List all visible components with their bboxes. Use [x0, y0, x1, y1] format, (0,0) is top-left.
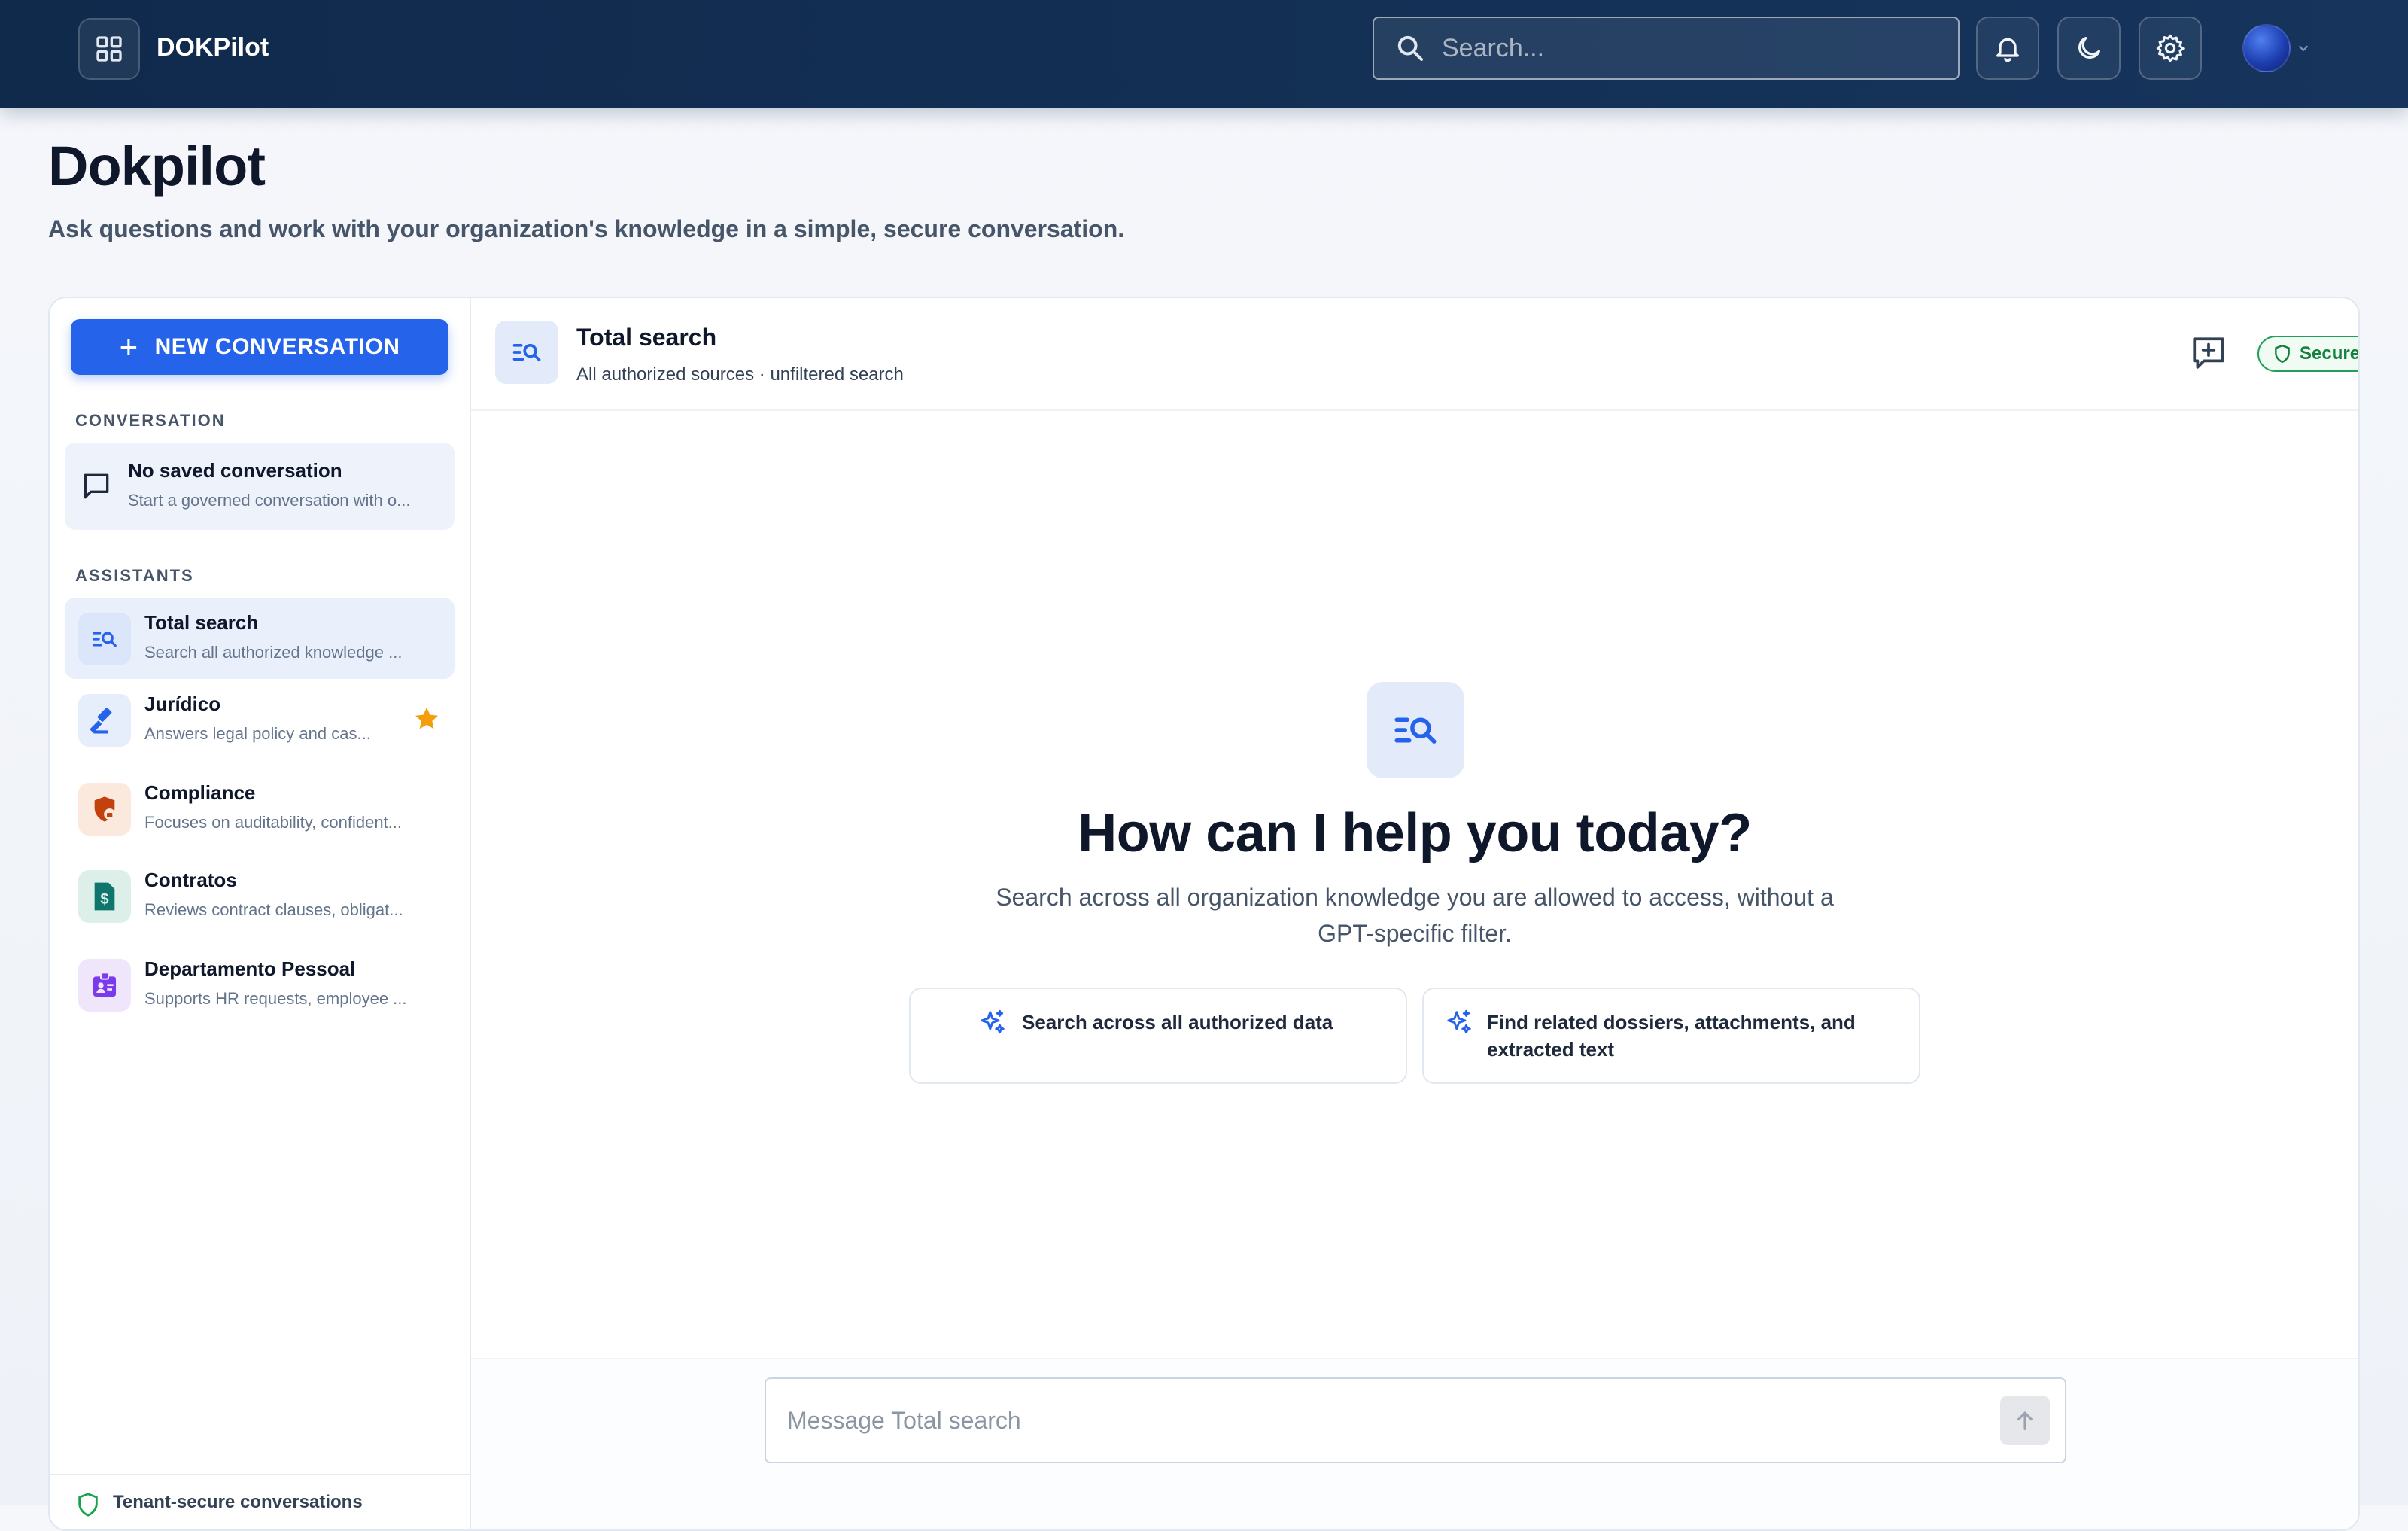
bell-icon: [1996, 38, 2019, 62]
message-composer[interactable]: [765, 1377, 2066, 1463]
suggestion-card[interactable]: Find related dossiers, attachments, and …: [1422, 988, 1920, 1084]
assistant-desc: Search all authorized knowledge ...: [144, 643, 403, 662]
assistant-total-search[interactable]: Total search Search all authorized knowl…: [65, 598, 455, 679]
message-input[interactable]: [786, 1402, 1944, 1439]
plus-icon: +: [119, 329, 138, 364]
suggestion-card[interactable]: Search across all authorized data: [909, 988, 1407, 1084]
conversation-section-label: CONVERSATION: [75, 411, 226, 430]
shield-lock-icon: [78, 783, 131, 836]
page-subtitle: Ask questions and work with your organiz…: [48, 215, 1125, 242]
assistant-departamento-pessoal[interactable]: Departamento Pessoal Supports HR request…: [65, 944, 455, 1025]
page-title: Dokpilot: [48, 135, 266, 197]
app-launcher-button[interactable]: [78, 18, 140, 80]
suggestion-text: Find related dossiers, attachments, and …: [1487, 1011, 1856, 1061]
assistant-compliance[interactable]: Compliance Focuses on auditability, conf…: [65, 768, 455, 849]
brand-name: DOKPilot: [157, 33, 269, 62]
chat-title: Total search: [576, 324, 717, 351]
search-input[interactable]: [1440, 32, 1937, 64]
assistants-section-label: ASSISTANTS: [75, 566, 194, 585]
sparkles-icon: [1447, 1009, 1471, 1034]
secure-badge: Secure: [2258, 336, 2360, 372]
chat-header: Total search All authorized sources · un…: [471, 298, 2360, 411]
send-button[interactable]: [2000, 1396, 2050, 1445]
user-menu[interactable]: [2242, 23, 2315, 74]
welcome-subtitle: Search across all organization knowledge…: [996, 884, 1834, 947]
suggestion-text: Search across all authorized data: [1022, 1011, 1333, 1033]
gear-icon: [2156, 34, 2185, 62]
new-chat-icon[interactable]: [2190, 334, 2227, 372]
top-navigation-bar: DOKPilot: [0, 0, 2408, 108]
assistant-title: Contratos: [144, 869, 237, 891]
assistant-desc: Focuses on auditability, confident...: [144, 813, 403, 832]
assistant-title: Departamento Pessoal: [144, 957, 356, 980]
conversation-item-title: No saved conversation: [128, 459, 342, 482]
contract-document-icon: $: [78, 870, 131, 923]
notifications-button[interactable]: [1976, 17, 2039, 80]
conversation-item-desc: Start a governed conversation with o...: [128, 491, 411, 510]
favorite-star-icon[interactable]: [412, 705, 441, 733]
id-badge-icon: [78, 959, 131, 1012]
global-search[interactable]: [1373, 17, 1960, 80]
gavel-icon: [78, 694, 131, 747]
secure-label: Secure: [2300, 343, 2360, 364]
assistant-contratos[interactable]: $ Contratos Reviews contract clauses, ob…: [65, 855, 455, 936]
assistant-title: Jurídico: [144, 692, 221, 715]
sidebar-footer-text: Tenant-secure conversations: [113, 1492, 363, 1512]
grid-icon: [96, 36, 122, 62]
settings-button[interactable]: [2139, 17, 2202, 80]
avatar[interactable]: [2242, 24, 2291, 72]
search-icon: [1397, 35, 1423, 61]
arrow-up-icon: [2017, 1411, 2033, 1430]
welcome-title: How can I help you today?: [1078, 803, 1752, 863]
svg-text:$: $: [100, 891, 108, 908]
sidebar-footer: Tenant-secure conversations: [50, 1474, 471, 1529]
assistant-juridico[interactable]: Jurídico Answers legal policy and cas...: [65, 679, 455, 760]
new-conversation-label: NEW CONVERSATION: [154, 334, 400, 359]
sparkles-icon: [981, 1009, 1005, 1034]
assistant-desc: Supports HR requests, employee ...: [144, 989, 407, 1008]
shield-icon: [2275, 344, 2290, 364]
sidebar: + NEW CONVERSATION CONVERSATION No saved…: [50, 298, 471, 1529]
conversation-item[interactable]: No saved conversation Start a governed c…: [65, 443, 455, 530]
welcome-search-icon: [1367, 682, 1464, 778]
chat-bubble-icon: [84, 473, 109, 499]
theme-toggle-button[interactable]: [2057, 17, 2121, 80]
chat-subtitle: All authorized sources · unfiltered sear…: [576, 364, 904, 385]
shield-check-icon: [78, 1493, 98, 1517]
moon-icon: [2078, 37, 2100, 59]
new-conversation-button[interactable]: + NEW CONVERSATION: [71, 319, 448, 375]
search-list-icon: [495, 321, 558, 384]
assistant-title: Total search: [144, 611, 259, 634]
assistant-desc: Answers legal policy and cas...: [144, 724, 371, 743]
assistant-desc: Reviews contract clauses, obligat...: [144, 900, 403, 919]
assistant-title: Compliance: [144, 781, 256, 804]
chevron-down-icon: [2298, 45, 2309, 52]
search-list-icon: [78, 613, 131, 665]
